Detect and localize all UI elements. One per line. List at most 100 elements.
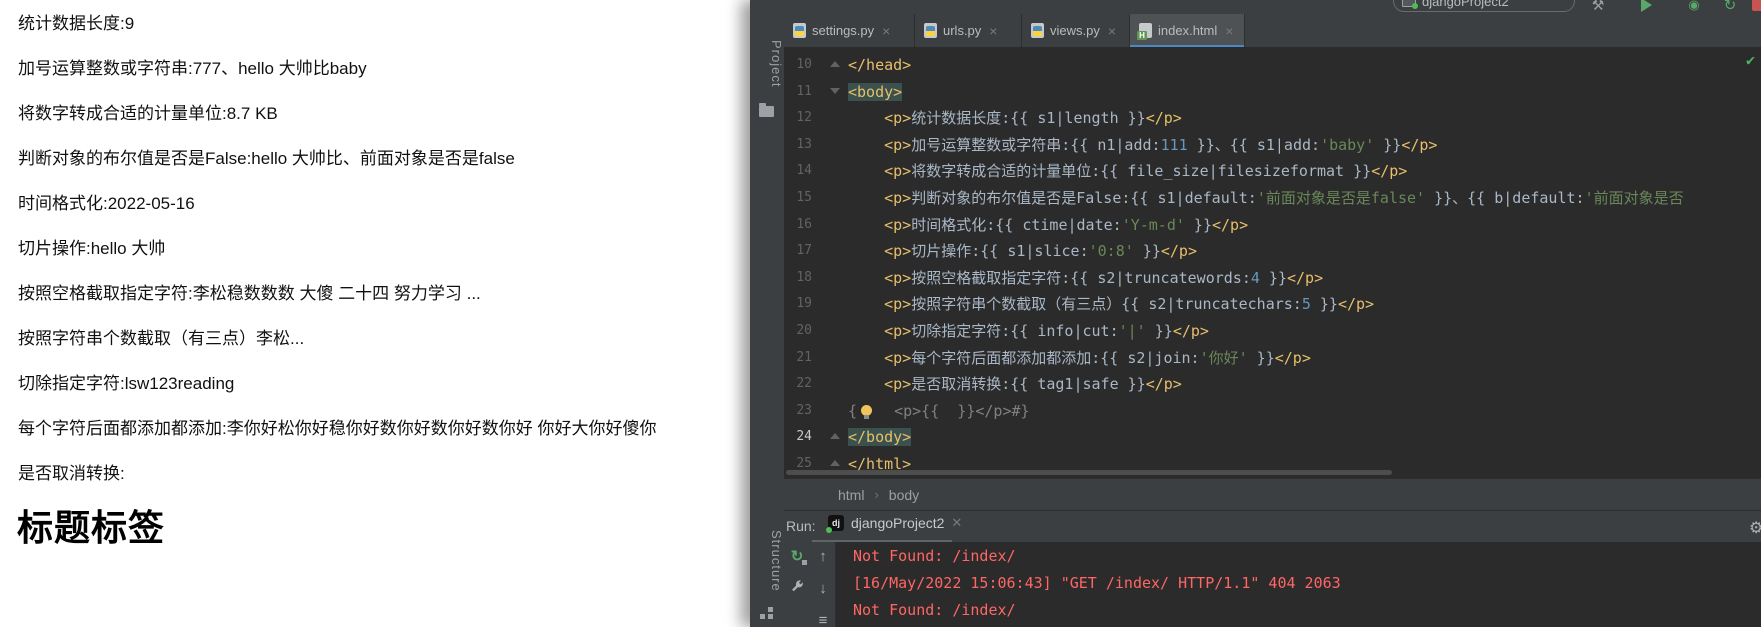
rendered-paragraph: 时间格式化:2022-05-16 <box>18 194 195 213</box>
code-line: 15 <p>判断对象的布尔值是否是False:{{ s1|default:'前面… <box>784 185 1761 212</box>
breadcrumb-html[interactable]: html <box>838 487 864 503</box>
build-hammer-icon[interactable]: ⚒ <box>1590 0 1606 13</box>
tab-label: urls.py <box>943 23 982 38</box>
python-file-icon <box>793 23 806 38</box>
run-panel-label: Run: <box>786 518 816 534</box>
code-text: <p>按照空格截取指定字符:{{ s2|truncatewords:4 }}</… <box>884 268 1324 287</box>
code-text: <p>将数字转成合适的计量单位:{{ file_size|filesizefor… <box>884 162 1408 181</box>
run-tab-close-icon[interactable]: ✕ <box>951 515 962 531</box>
code-line: 11 <body> <box>784 79 1761 106</box>
project-folder-icon <box>759 103 774 117</box>
code-text: <p>切除指定字符:{{ info|cut:'|' }}</p> <box>884 321 1209 340</box>
editor-tabs: settings.py × urls.py × views.py × index.html × <box>784 14 1761 48</box>
line-number: 16 <box>796 216 812 232</box>
run-icon[interactable] <box>1638 0 1654 13</box>
line-number: 11 <box>796 83 812 99</box>
screen: 统计数据长度:9 加号运算整数或字符串:777、hello 大帅比baby 将数字转… <box>0 0 1761 627</box>
debug-icon[interactable]: ◉ <box>1686 0 1702 13</box>
gutter-fold-column <box>812 265 848 292</box>
code-line: 17 <p>切片操作:{{ s1|slice:'0:8' }}</p> <box>784 238 1761 265</box>
code-text: </body> <box>848 428 912 447</box>
breadcrumb-body[interactable]: body <box>889 487 919 503</box>
rendered-paragraph: 加号运算整数或字符串:777、hello 大帅比baby <box>18 59 367 78</box>
structure-toolwindow-button[interactable]: Structure <box>750 523 784 599</box>
gutter-fold-column <box>812 185 848 212</box>
rendered-paragraph: 按照字符串个数截取（有三点）李松... <box>18 329 305 348</box>
rendered-paragraph: 是否取消转换: <box>18 464 125 483</box>
horizontal-scrollbar[interactable] <box>786 470 1392 475</box>
pycharm-window: djangoProject2 ⚒ ◉ ↻ Project Structure s… <box>750 0 1761 627</box>
run-panel: ↻ ↑ ↓ ≡ Not Found: /index/ [16/May/2022 1… <box>784 542 1761 627</box>
gutter-fold-column <box>812 79 848 106</box>
code-editor[interactable]: 10 </head> 11 <body> 12 <p>统计数据长度:{{ s1|leng… <box>784 47 1761 478</box>
code-line: 10 </head> <box>784 52 1761 79</box>
django-run-icon: dj <box>826 515 844 533</box>
line-number: 24 <box>796 429 812 445</box>
chevron-right-icon: › <box>874 487 879 502</box>
tab-index.html[interactable]: index.html × <box>1130 14 1245 48</box>
arrow-down-icon[interactable]: ↓ <box>814 580 832 598</box>
fold-marker-icon[interactable] <box>830 87 840 94</box>
line-number: 14 <box>796 163 812 179</box>
code-text: <p>是否取消转换:{{ tag1|safe }}</p> <box>884 375 1182 394</box>
app-window-icon <box>1402 0 1418 9</box>
tab-close-icon[interactable]: × <box>1225 23 1233 39</box>
code-line: 12 <p>统计数据长度:{{ s1|length }}</p> <box>784 105 1761 132</box>
tab-views.py[interactable]: views.py × <box>1022 14 1130 47</box>
run-config-selector[interactable]: djangoProject2 <box>1393 0 1575 12</box>
settings-wrench-icon[interactable] <box>788 580 806 598</box>
tab-label: index.html <box>1158 23 1218 38</box>
code-text: <p>统计数据长度:{{ s1|length }}</p> <box>884 109 1182 128</box>
line-number: 10 <box>796 57 812 72</box>
gutter-fold-column <box>812 52 848 79</box>
rendered-paragraph: 统计数据长度:9 <box>18 14 135 33</box>
gear-icon[interactable]: ⚙ <box>1749 518 1761 538</box>
tab-label: settings.py <box>812 23 875 38</box>
line-number: 13 <box>796 136 812 152</box>
project-toolwindow-button[interactable]: Project <box>750 28 784 100</box>
log-line: Not Found: /index/ <box>853 547 1016 565</box>
code-line: 22 <p>是否取消转换:{{ tag1|safe }}</p> <box>784 371 1761 398</box>
run-console[interactable]: Not Found: /index/ [16/May/2022 15:06:43]… <box>836 542 1761 627</box>
gutter-fold-column <box>812 291 848 318</box>
line-number: 15 <box>796 189 812 205</box>
line-number: 23 <box>796 402 812 418</box>
rendered-paragraph: 将数字转成合适的计量单位:8.7 KB <box>18 104 278 123</box>
gutter-fold-column <box>812 318 848 345</box>
gutter-fold-column <box>812 424 848 451</box>
tab-urls.py[interactable]: urls.py × <box>915 14 1022 47</box>
tab-close-icon[interactable]: × <box>882 23 890 39</box>
stop-icon[interactable] <box>1750 0 1761 13</box>
code-text: <p>判断对象的布尔值是否是False:{{ s1|default:'前面对象是… <box>884 188 1684 207</box>
fold-marker-icon[interactable] <box>830 433 840 440</box>
code-text: <p>每个字符后面都添加都添加:{{ s2|join:'你好' }}</p> <box>884 348 1311 367</box>
tab-settings.py[interactable]: settings.py × <box>784 14 915 47</box>
fold-marker-icon[interactable] <box>830 459 840 466</box>
rerun-server-icon[interactable]: ↻ <box>788 548 807 566</box>
gutter-fold-column <box>812 212 848 239</box>
run-config-name: djangoProject2 <box>1422 0 1509 9</box>
code-line: 24 </body> <box>784 424 1761 451</box>
code-line: 13 <p>加号运算整数或字符串:{{ n1|add:111 }}、{{ s1|… <box>784 132 1761 159</box>
lightbulb-icon[interactable] <box>860 404 873 419</box>
rerun-icon[interactable]: ↻ <box>1722 0 1738 14</box>
rendered-paragraph: 切片操作:hello 大帅 <box>18 239 166 258</box>
tab-close-icon[interactable]: × <box>989 23 997 39</box>
code-text: <p>加号运算整数或字符串:{{ n1|add:111 }}、{{ s1|add… <box>884 135 1438 154</box>
code-line: 20 <p>切除指定字符:{{ info|cut:'|' }}</p> <box>784 318 1761 345</box>
gutter-fold-column <box>812 105 848 132</box>
fold-marker-icon[interactable] <box>830 61 840 67</box>
hamburger-icon[interactable]: ≡ <box>814 612 832 627</box>
gutter-fold-column <box>812 132 848 159</box>
arrow-up-icon[interactable]: ↑ <box>814 548 832 566</box>
browser-page: 统计数据长度:9 加号运算整数或字符串:777、hello 大帅比baby 将数字转… <box>0 0 750 627</box>
ide-titlebar: djangoProject2 ⚒ ◉ ↻ <box>750 0 1761 15</box>
line-number: 19 <box>796 296 812 312</box>
rendered-paragraph: 每个字符后面都添加都添加:李你好松你好稳你好数你好数你好数你好 你好大你好傻你 <box>18 419 657 438</box>
run-tab-djangoProject2[interactable]: dj djangoProject2 ✕ <box>826 515 962 533</box>
gutter-fold-column <box>812 345 848 372</box>
tab-close-icon[interactable]: × <box>1108 23 1116 39</box>
line-number: 12 <box>796 110 812 126</box>
tab-label: views.py <box>1050 23 1100 38</box>
rendered-paragraph: 切除指定字符:lsw123reading <box>18 374 235 393</box>
